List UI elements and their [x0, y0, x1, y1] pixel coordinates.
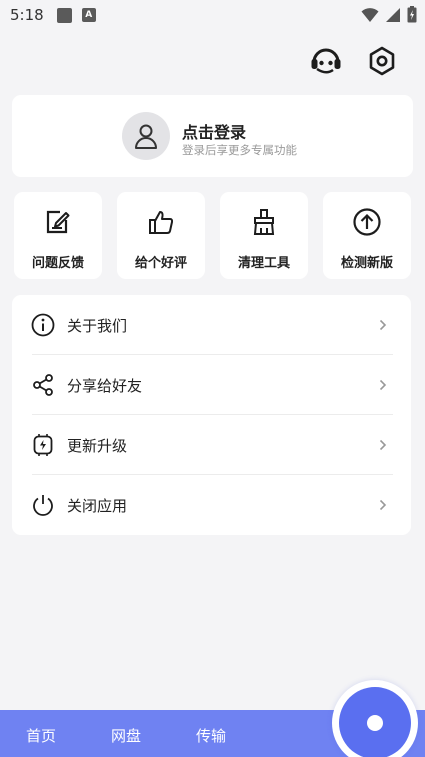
menu-item-share[interactable]: 分享给好友	[12, 355, 411, 415]
tool-label: 问题反馈	[31, 256, 84, 271]
tool-clean[interactable]: 清理工具	[220, 192, 308, 279]
tab-transfer[interactable]: 传输	[196, 725, 226, 746]
brush-icon	[248, 206, 280, 238]
floating-action-button[interactable]	[332, 680, 418, 757]
chevron-right-icon	[379, 378, 389, 392]
signal-icon	[386, 7, 400, 22]
share-icon	[31, 373, 55, 397]
thumbs-up-icon	[145, 206, 177, 238]
menu-label: 关闭应用	[67, 496, 128, 515]
top-actions	[309, 44, 399, 78]
wifi-icon	[361, 7, 379, 22]
tool-rate[interactable]: 给个好评	[117, 192, 205, 279]
power-icon	[31, 493, 55, 517]
tab-home[interactable]: 首页	[26, 725, 56, 746]
status-bar: 5:18 A	[0, 0, 425, 30]
avatar	[122, 112, 170, 160]
menu-item-close-app[interactable]: 关闭应用	[12, 475, 411, 535]
tab-cloud-drive[interactable]: 网盘	[111, 725, 141, 746]
notification-a-icon: A	[81, 8, 96, 22]
headset-icon	[311, 48, 341, 74]
chevron-right-icon	[379, 438, 389, 452]
settings-hexagon-icon	[369, 46, 395, 76]
menu-card: 关于我们 分享给好友 更新升级 关闭应用	[12, 295, 411, 535]
support-button[interactable]	[309, 44, 343, 78]
login-title: 点击登录	[182, 123, 247, 142]
tool-label: 给个好评	[134, 256, 187, 271]
tool-label: 检测新版	[340, 256, 393, 271]
settings-button[interactable]	[365, 44, 399, 78]
menu-label: 关于我们	[67, 316, 128, 335]
upload-circle-icon	[351, 206, 383, 238]
update-chip-icon	[31, 433, 55, 457]
menu-label: 更新升级	[67, 436, 128, 455]
chevron-right-icon	[379, 498, 389, 512]
menu-label: 分享给好友	[67, 376, 143, 395]
tool-check-update[interactable]: 检测新版	[323, 192, 411, 279]
notification-square-icon	[56, 7, 72, 23]
status-icons	[361, 6, 417, 23]
feedback-edit-icon	[42, 206, 74, 238]
chevron-right-icon	[379, 318, 389, 332]
user-icon	[135, 124, 157, 149]
battery-icon	[407, 6, 417, 23]
status-time: 5:18	[10, 6, 44, 24]
menu-item-update[interactable]: 更新升级	[12, 415, 411, 475]
tool-feedback[interactable]: 问题反馈	[14, 192, 102, 279]
login-card[interactable]: 点击登录 登录后享更多专属功能	[12, 95, 413, 177]
tool-label: 清理工具	[237, 256, 290, 271]
menu-item-about[interactable]: 关于我们	[12, 295, 411, 355]
fab-dot-icon	[367, 715, 383, 731]
fab-inner	[339, 687, 411, 757]
login-subtitle: 登录后享更多专属功能	[182, 143, 297, 157]
info-icon	[31, 313, 55, 337]
